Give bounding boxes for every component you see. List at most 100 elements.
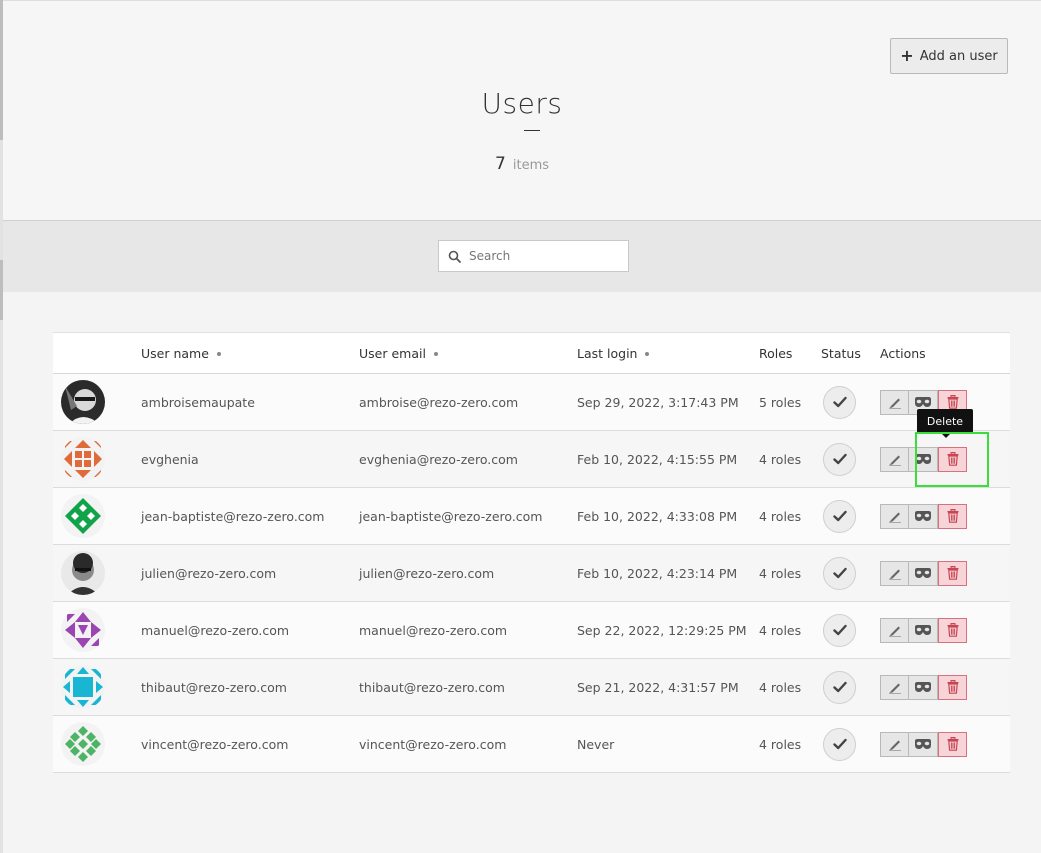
table-row: julien@rezo-zero.com julien@rezo-zero.com… [53, 544, 1010, 602]
trash-icon [947, 395, 959, 409]
impersonate-button[interactable] [909, 617, 938, 643]
actions-cell [880, 602, 1010, 659]
check-icon[interactable] [823, 556, 856, 590]
column-user-email[interactable]: User email [359, 332, 577, 374]
roles-count: 4 roles [759, 508, 802, 524]
status-cell [821, 488, 880, 545]
last-login: Never [577, 736, 615, 752]
user-email: manuel@rezo-zero.com [359, 622, 508, 638]
avatar-cell [53, 716, 141, 773]
item-count-unit: items [512, 158, 550, 173]
edit-button[interactable] [880, 446, 909, 472]
check-icon[interactable] [823, 499, 856, 533]
avatar [61, 551, 105, 595]
column-last-login[interactable]: Last login [577, 332, 759, 374]
sort-indicator-icon [433, 352, 438, 356]
status-cell [821, 659, 880, 716]
user-email: vincent@rezo-zero.com [359, 736, 507, 752]
status-cell [821, 716, 880, 773]
column-avatar [53, 332, 141, 374]
mask-icon [914, 738, 932, 750]
edit-button[interactable] [880, 617, 909, 643]
table-row: thibaut@rezo-zero.com thibaut@rezo-zero.c… [53, 658, 1010, 716]
item-count: 7 items [3, 154, 1041, 174]
user-name[interactable]: manuel@rezo-zero.com [141, 602, 359, 659]
impersonate-button[interactable] [909, 503, 938, 529]
add-user-button[interactable]: + Add an user [890, 38, 1008, 74]
user-name[interactable]: evghenia [141, 431, 359, 488]
status-cell [821, 374, 880, 431]
search-box[interactable] [438, 240, 629, 272]
delete-button[interactable] [938, 617, 967, 643]
pencil-icon [888, 452, 902, 466]
pencil-icon [888, 737, 902, 751]
title-divider [524, 130, 540, 131]
delete-button[interactable] [938, 503, 967, 529]
mask-icon [914, 681, 932, 693]
roles-count: 4 roles [759, 679, 802, 695]
check-icon[interactable] [823, 613, 856, 647]
actions-cell [880, 716, 1010, 773]
table-row: jean-baptiste@rezo-zero.com jean-baptiste… [53, 487, 1010, 545]
last-login: Feb 10, 2022, 4:23:14 PM [577, 565, 738, 581]
page-header: + Add an user Users 7 items [3, 0, 1041, 220]
delete-button[interactable] [938, 674, 967, 700]
roles-count: 4 roles [759, 451, 802, 467]
impersonate-button[interactable] [909, 731, 938, 757]
last-login: Sep 29, 2022, 3:17:43 PM [577, 394, 739, 410]
user-name[interactable]: julien@rezo-zero.com [141, 545, 359, 602]
avatar [61, 665, 105, 709]
avatar [61, 437, 105, 481]
delete-button[interactable] [938, 731, 967, 757]
edit-button[interactable] [880, 674, 909, 700]
roles-count: 4 roles [759, 565, 802, 581]
avatar-cell [53, 602, 141, 659]
impersonate-button[interactable] [909, 560, 938, 586]
user-email: ambroise@rezo-zero.com [359, 394, 519, 410]
check-icon[interactable] [823, 727, 856, 761]
avatar-cell [53, 431, 141, 488]
item-count-number: 7 [494, 154, 506, 174]
filter-bar [3, 220, 1041, 292]
trash-icon [947, 623, 959, 637]
search-input[interactable] [469, 249, 619, 263]
delete-button[interactable] [938, 560, 967, 586]
user-name[interactable]: ambroisemaupate [141, 374, 359, 431]
check-icon[interactable] [823, 385, 856, 419]
trash-icon [947, 680, 959, 694]
trash-icon [947, 509, 959, 523]
avatar [61, 722, 105, 766]
edit-button[interactable] [880, 503, 909, 529]
check-icon[interactable] [823, 670, 856, 704]
roles-count: 4 roles [759, 622, 802, 638]
column-roles: Roles [759, 332, 821, 374]
user-name[interactable]: vincent@rezo-zero.com [141, 716, 359, 773]
user-email: jean-baptiste@rezo-zero.com [359, 508, 543, 524]
users-table: User name User email Last login Roles St… [53, 332, 1010, 773]
page-title: Users [481, 87, 563, 120]
pencil-icon [888, 395, 902, 409]
highlight-box [915, 432, 989, 487]
edit-button[interactable] [880, 560, 909, 586]
check-icon[interactable] [823, 442, 856, 476]
user-name[interactable]: thibaut@rezo-zero.com [141, 659, 359, 716]
edit-button[interactable] [880, 389, 909, 415]
last-login: Feb 10, 2022, 4:33:08 PM [577, 508, 738, 524]
roles-count: 4 roles [759, 736, 802, 752]
user-email: thibaut@rezo-zero.com [359, 679, 505, 695]
impersonate-button[interactable] [909, 674, 938, 700]
status-cell [821, 431, 880, 488]
avatar-cell [53, 545, 141, 602]
pencil-icon [888, 509, 902, 523]
roles-count: 5 roles [759, 394, 802, 410]
sort-indicator-icon [645, 352, 650, 356]
table-row: evghenia evghenia@rezo-zero.com Feb 10, 20… [53, 430, 1010, 488]
user-name[interactable]: jean-baptiste@rezo-zero.com [141, 488, 359, 545]
column-user-name[interactable]: User name [141, 332, 359, 374]
actions-cell [880, 488, 1010, 545]
table-row: ambroisemaupate ambroise@rezo-zero.com Sep… [53, 373, 1010, 431]
table-row: manuel@rezo-zero.com manuel@rezo-zero.com… [53, 601, 1010, 659]
column-status: Status [821, 332, 880, 374]
edit-button[interactable] [880, 731, 909, 757]
actions-cell [880, 659, 1010, 716]
